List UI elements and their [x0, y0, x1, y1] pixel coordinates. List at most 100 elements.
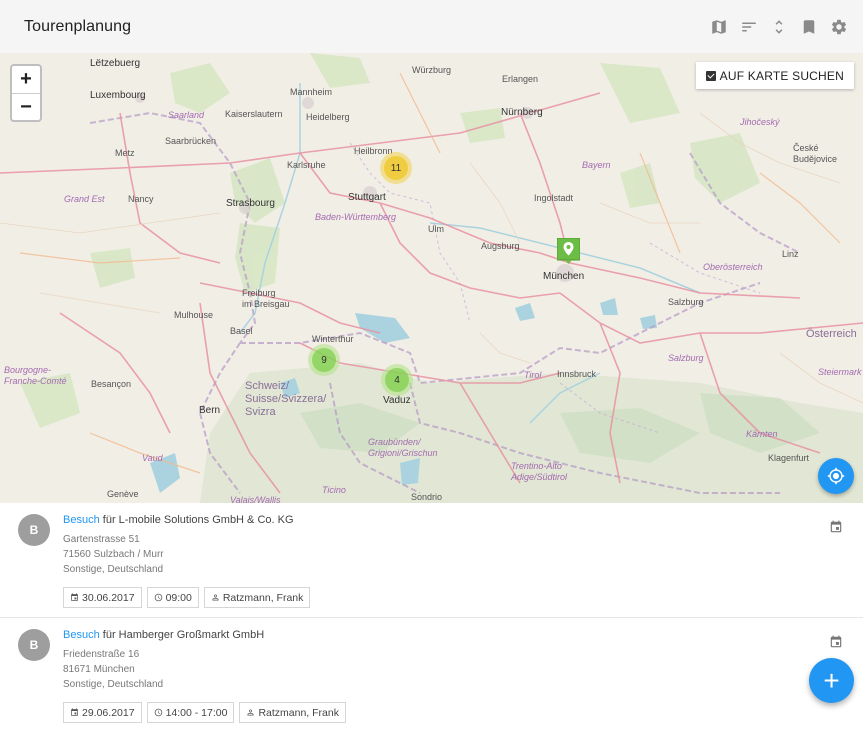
map-label-stuttgart: Stuttgart: [348, 192, 386, 203]
add-appointment-button[interactable]: +: [809, 658, 854, 703]
search-on-map-label: AUF KARTE SUCHEN: [719, 68, 844, 83]
item-street: Friedenstraße 16: [63, 649, 140, 660]
item-type-link[interactable]: Besuch: [63, 629, 100, 641]
page-title: Tourenplanung: [24, 17, 132, 35]
map-cluster[interactable]: 11: [380, 152, 412, 184]
item-street: Gartenstrasse 51: [63, 534, 140, 545]
map-label-ticino: Ticino: [322, 485, 346, 495]
map-label-ulm: Ulm: [428, 224, 444, 234]
person-chip[interactable]: Ratzmann, Frank: [239, 702, 346, 723]
map-cluster[interactable]: 9: [308, 344, 340, 376]
map-cluster[interactable]: 4: [381, 364, 413, 396]
sort-icon[interactable]: [739, 17, 759, 37]
map-label-saarbruecken: Saarbrücken: [165, 136, 217, 146]
map-cluster-count: 4: [385, 368, 409, 392]
map-label-geneve: Genève: [107, 489, 139, 499]
map-label-schweiz: Schweiz/ Suisse/Svizzera/ Svizra: [245, 380, 327, 418]
person-chip[interactable]: Ratzmann, Frank: [203, 587, 311, 608]
clock-icon: [154, 593, 162, 602]
search-on-map-toggle[interactable]: AUF KARTE SUCHEN: [695, 62, 854, 89]
map-label-oberoesterreich: Oberösterreich: [703, 262, 763, 272]
map-label-mannheim: Mannheim: [290, 87, 333, 97]
clock-icon: [154, 708, 162, 717]
map-label-winterthur: Winterthur: [312, 334, 354, 344]
map-cluster-count: 9: [312, 348, 336, 372]
date-value: 30.06.2017: [82, 591, 135, 604]
map-label-steiermark: Steiermark: [818, 367, 862, 377]
person-icon: [212, 594, 219, 601]
map-label-heidelberg: Heidelberg: [306, 112, 350, 122]
list-item[interactable]: B Besuch für L-mobile Solutions GmbH & C…: [0, 503, 863, 618]
map-label-basel: Basel: [230, 326, 253, 336]
date-chip[interactable]: 29.06.2017: [63, 702, 142, 723]
bookmark-icon[interactable]: [799, 17, 819, 37]
map-label-saarland: Saarland: [168, 110, 205, 120]
map-label-ceske-budejovice: České Budějovice: [793, 143, 838, 164]
item-chips: 30.06.2017 09:00 Ratzmann, Frank: [63, 587, 863, 608]
map-label-valais: Valais/Wallis: [230, 495, 281, 503]
list-item[interactable]: B Besuch für Hamberger Großmarkt GmbH Fr…: [0, 618, 863, 730]
date-chip[interactable]: 30.06.2017: [63, 587, 142, 608]
map-label-nuernberg: Nürnberg: [501, 107, 543, 118]
person-icon: [247, 709, 254, 716]
time-chip[interactable]: 09:00: [146, 587, 199, 608]
calendar-icon: [71, 708, 78, 716]
item-country: Sonstige, Deutschland: [63, 564, 164, 575]
map-label-sondrio: Sondrio: [411, 492, 443, 502]
map-label-bayern: Bayern: [582, 160, 611, 170]
map-tiles: [0, 53, 863, 503]
item-city: 81671 München: [63, 664, 135, 675]
map-label-freiburg: Freiburg im Breisgau: [242, 288, 290, 309]
my-location-button[interactable]: [818, 458, 854, 494]
app-header: Tourenplanung: [0, 0, 863, 53]
map-label-salzburg-city: Salzburg: [668, 297, 704, 307]
event-icon[interactable]: [829, 520, 843, 534]
map-label-luxembourg: Luxembourg: [90, 90, 146, 101]
map-label-grand-est: Grand Est: [64, 194, 105, 204]
item-connector: für: [102, 514, 116, 526]
item-headline: Besuch für Hamberger Großmarkt GmbH: [63, 628, 863, 642]
map-cluster-count: 11: [384, 156, 408, 180]
map-label-bourgogne: Bourgogne- Franche-Comté: [4, 365, 67, 386]
map-label-innsbruck: Innsbruck: [557, 369, 597, 379]
time-chip[interactable]: 14:00 - 17:00: [146, 702, 235, 723]
map-pin-marker[interactable]: [556, 237, 581, 264]
map-view[interactable]: Lëtzebuerg Luxembourg Saarland Kaisersla…: [0, 53, 863, 503]
map-label-ingolstadt: Ingolstadt: [534, 193, 574, 203]
gps-icon: [827, 467, 845, 485]
map-label-augsburg: Augsburg: [481, 241, 520, 251]
map-pin-icon: [556, 237, 581, 264]
map-label-nancy: Nancy: [128, 194, 154, 204]
zoom-in-button[interactable]: +: [12, 66, 40, 93]
map-icon[interactable]: [709, 17, 729, 37]
item-city: 71560 Sulzbach / Murr: [63, 549, 164, 560]
map-label-linz: Linz: [782, 249, 799, 259]
map-label-bw: Baden-Württemberg: [315, 212, 397, 222]
map-label-graubuenden: Graubünden/ Grigioni/Grischun: [368, 437, 438, 458]
map-label-wuerzburg: Würzburg: [412, 65, 452, 75]
person-value: Ratzmann, Frank: [258, 706, 339, 719]
map-label-vaduz: Vaduz: [383, 395, 411, 406]
item-type-link[interactable]: Besuch: [63, 514, 100, 526]
zoom-out-button[interactable]: −: [12, 93, 40, 120]
settings-icon[interactable]: [829, 17, 849, 37]
header-toolbar: [709, 17, 849, 37]
event-icon[interactable]: [829, 635, 843, 649]
avatar: B: [18, 514, 50, 546]
map-label-oesterreich: Österreich: [806, 328, 857, 340]
item-company: L-mobile Solutions GmbH & Co. KG: [118, 514, 294, 526]
item-company: Hamberger Großmarkt GmbH: [118, 629, 265, 641]
map-label-salzburg-region: Salzburg: [668, 353, 704, 363]
time-value: 09:00: [165, 591, 192, 604]
map-label-klagenfurt: Klagenfurt: [768, 453, 810, 463]
map-label-karlsruhe: Karlsruhe: [287, 160, 326, 170]
date-value: 29.06.2017: [82, 706, 135, 719]
map-label-trentino: Trentino-Alto Adige/Südtirol: [511, 461, 568, 482]
item-connector: für: [102, 629, 116, 641]
checkbox-checked-icon[interactable]: [705, 70, 716, 81]
map-label-kaiserslautern: Kaiserslautern: [225, 109, 283, 119]
item-address: Gartenstrasse 51 71560 Sulzbach / Murr S…: [63, 532, 863, 577]
map-label-bern: Bern: [199, 405, 221, 416]
unfold-icon[interactable]: [769, 17, 789, 37]
map-label-kaernten: Kärnten: [746, 429, 778, 439]
